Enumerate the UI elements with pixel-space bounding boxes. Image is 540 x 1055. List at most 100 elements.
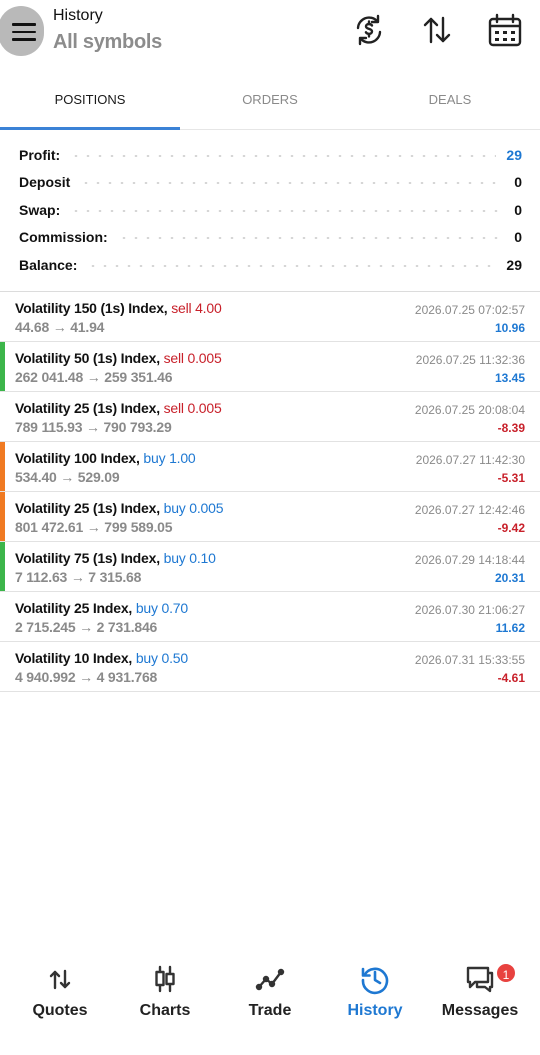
list-item[interactable]: Volatility 25 Index, buy 0.70 2 715.245 →… [0, 592, 540, 642]
sort-icon[interactable] [419, 12, 455, 48]
tab-orders[interactable]: ORDERS [180, 70, 360, 130]
deal-operation: buy 1.00 [143, 450, 196, 466]
list-item[interactable]: Volatility 25 (1s) Index, sell 0.005 789 … [0, 392, 540, 442]
deal-time: 2026.07.29 14:18:44 [414, 553, 525, 567]
deal-profit: -5.31 [497, 471, 525, 485]
deal-operation: buy 0.50 [135, 650, 188, 666]
dotted-leader [70, 154, 497, 157]
quotes-icon [44, 963, 76, 995]
nav-messages[interactable]: 1 Messages [426, 955, 534, 1035]
list-item[interactable]: Volatility 100 Index, buy 1.00 534.40 → 5… [0, 442, 540, 492]
unread-badge: 1 [495, 962, 517, 984]
deal-time: 2026.07.27 12:42:46 [414, 503, 525, 517]
deal-operation: sell 0.005 [163, 400, 222, 416]
summary-value: 0 [514, 229, 522, 246]
deal-prices: 801 472.61 → 799 589.05 [15, 519, 173, 535]
list-item[interactable]: Volatility 50 (1s) Index, sell 0.005 262 … [0, 342, 540, 392]
summary-label: Balance: [19, 256, 78, 273]
deal-title: Volatility 25 (1s) Index, sell 0.005 [15, 400, 222, 416]
summary-label: Commission: [19, 229, 108, 246]
tab-positions[interactable]: POSITIONS [0, 70, 180, 130]
deal-prices: 7 112.63 → 7 315.68 [15, 569, 142, 585]
summary-value: 29 [506, 256, 522, 273]
deal-symbol: Volatility 10 Index, [15, 650, 133, 666]
deal-profit: 20.31 [494, 571, 525, 585]
position-type-indicator [0, 542, 5, 591]
deal-time: 2026.07.25 07:02:57 [414, 303, 525, 317]
list-item[interactable]: Volatility 25 (1s) Index, buy 0.005 801 4… [0, 492, 540, 542]
summary-label: Deposit [19, 174, 71, 191]
list-item[interactable]: Volatility 150 (1s) Index, sell 4.00 44.6… [0, 292, 540, 342]
nav-label: Charts [139, 1002, 191, 1019]
tab-deals[interactable]: DEALS [360, 70, 540, 130]
deal-operation: buy 0.005 [163, 500, 224, 516]
top-bar: History All symbols [0, 0, 540, 62]
calendar-icon[interactable] [487, 12, 523, 48]
deal-title: Volatility 100 Index, buy 1.00 [15, 450, 196, 466]
deal-title: Volatility 75 (1s) Index, buy 0.10 [15, 550, 216, 566]
summary-value: 29 [506, 146, 522, 163]
summary-row-deposit: Deposit 0 [0, 169, 540, 197]
deals-list: Volatility 150 (1s) Index, sell 4.00 44.6… [0, 292, 540, 692]
nav-history[interactable]: History [321, 955, 429, 1035]
deal-operation: sell 4.00 [171, 300, 222, 316]
deal-symbol: Volatility 150 (1s) Index, [15, 300, 168, 316]
nav-label: Messages [441, 1002, 519, 1019]
bottom-nav: Quotes Charts Trade History 1 Messages [0, 955, 540, 1055]
nav-quotes[interactable]: Quotes [6, 955, 114, 1035]
hamburger-icon [12, 23, 36, 46]
summary-row-swap: Swap: 0 [0, 196, 540, 224]
currency-exchange-icon[interactable] [351, 12, 387, 48]
list-item[interactable]: Volatility 75 (1s) Index, buy 0.10 7 112.… [0, 542, 540, 592]
tab-bar: POSITIONS ORDERS DEALS [0, 70, 540, 130]
symbol-filter[interactable]: All symbols [53, 31, 162, 54]
deal-symbol: Volatility 25 (1s) Index, [15, 500, 160, 516]
deal-time: 2026.07.25 11:32:36 [415, 353, 525, 367]
deal-title: Volatility 150 (1s) Index, sell 4.00 [15, 300, 222, 316]
summary-row-profit: Profit: 29 [0, 141, 540, 169]
list-item[interactable]: Volatility 10 Index, buy 0.50 4 940.992 →… [0, 642, 540, 692]
deal-profit: -9.42 [497, 521, 525, 535]
position-type-indicator [0, 342, 5, 391]
deal-prices: 789 115.93 → 790 793.29 [15, 419, 172, 435]
deal-prices: 534.40 → 529.09 [15, 469, 120, 485]
summary-label: Swap: [19, 201, 61, 218]
summary-value: 0 [514, 201, 522, 218]
nav-trade[interactable]: Trade [216, 955, 324, 1035]
deal-title: Volatility 10 Index, buy 0.50 [15, 650, 188, 666]
deal-profit: 10.96 [494, 321, 525, 335]
position-type-indicator [0, 492, 5, 541]
deal-time: 2026.07.30 21:06:27 [414, 603, 525, 617]
active-tab-indicator [0, 127, 180, 130]
dotted-leader [80, 182, 505, 185]
messages-icon [464, 963, 496, 995]
deal-prices: 262 041.48 → 259 351.46 [15, 369, 173, 385]
deal-prices: 2 715.245 → 2 731.846 [15, 619, 158, 635]
dotted-leader [87, 264, 497, 267]
deal-title: Volatility 25 Index, buy 0.70 [15, 600, 188, 616]
deal-symbol: Volatility 75 (1s) Index, [15, 550, 160, 566]
deal-profit: 11.62 [495, 621, 525, 635]
menu-button[interactable] [0, 6, 44, 56]
deal-operation: buy 0.70 [135, 600, 188, 616]
charts-icon [149, 963, 181, 995]
deal-operation: sell 0.005 [163, 350, 222, 366]
summary-panel: Profit: 29 Deposit 0 Swap: 0 Commission:… [0, 141, 540, 279]
dotted-leader [117, 237, 505, 240]
page-title: History [53, 7, 103, 24]
nav-charts[interactable]: Charts [111, 955, 219, 1035]
trade-icon [254, 963, 286, 995]
summary-row-balance: Balance: 29 [0, 251, 540, 279]
deal-symbol: Volatility 25 (1s) Index, [15, 400, 160, 416]
deal-title: Volatility 25 (1s) Index, buy 0.005 [15, 500, 224, 516]
position-type-indicator [0, 442, 5, 491]
deal-profit: -8.39 [497, 421, 525, 435]
deal-profit: 13.45 [494, 371, 525, 385]
deal-title: Volatility 50 (1s) Index, sell 0.005 [15, 350, 222, 366]
position-type-indicator [0, 592, 5, 641]
position-type-indicator [0, 292, 5, 341]
position-type-indicator [0, 392, 5, 441]
nav-label: Trade [248, 1002, 292, 1019]
deal-prices: 4 940.992 → 4 931.768 [15, 669, 158, 685]
deal-time: 2026.07.27 11:42:30 [415, 453, 525, 467]
